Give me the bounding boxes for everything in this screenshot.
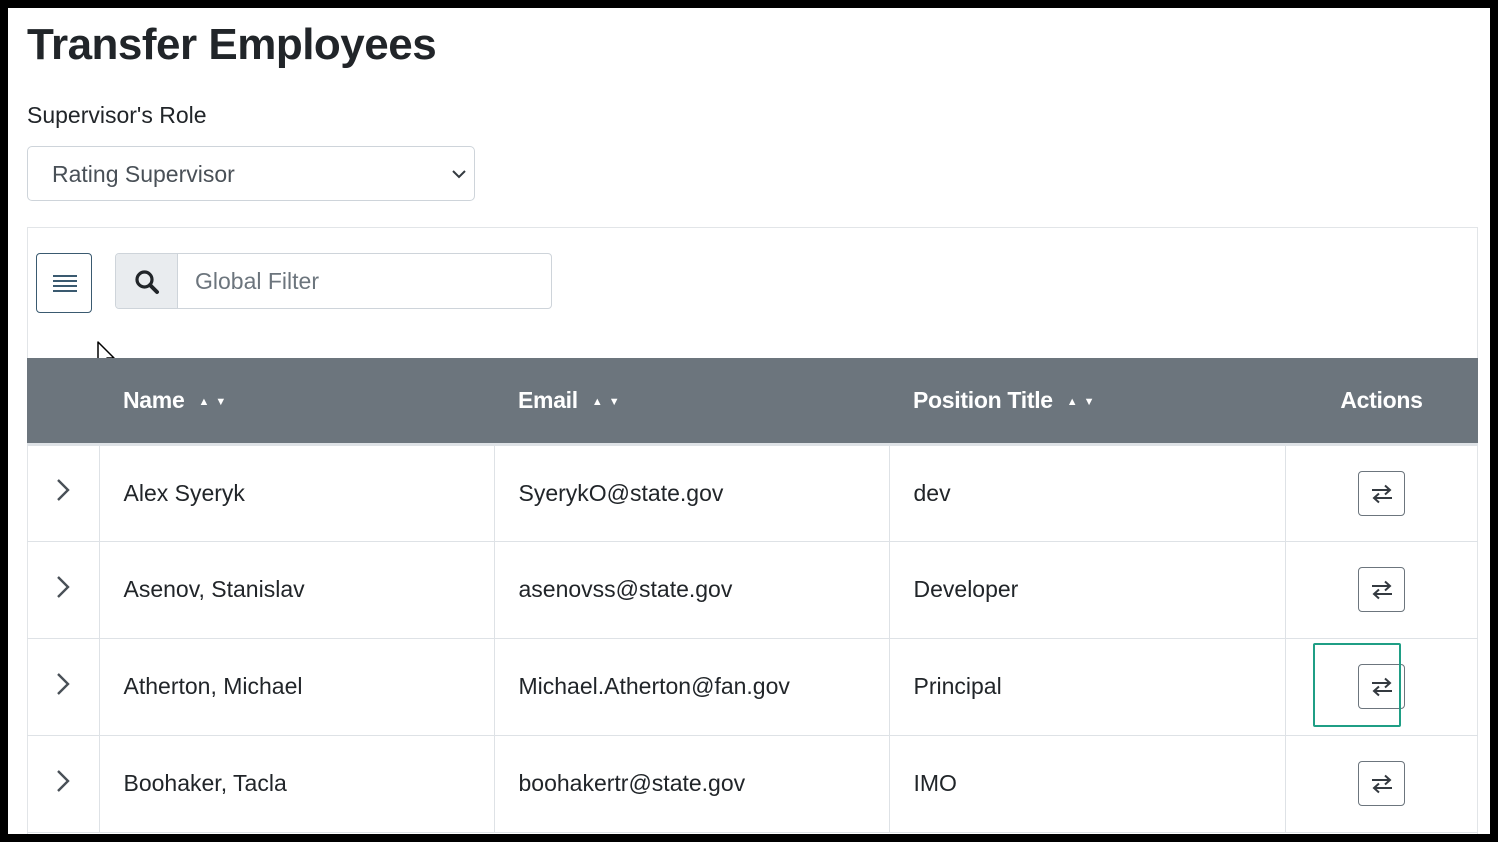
column-header-email[interactable]: Email ▲▼ [494, 358, 889, 446]
page-title: Transfer Employees [27, 20, 437, 69]
transfer-button[interactable] [1358, 761, 1406, 806]
cell-email: boohakertr@state.gov [494, 735, 890, 833]
table-row: Boohaker, Tacla boohakertr@state.gov IMO [27, 735, 1478, 833]
supervisor-role-select[interactable]: Rating Supervisor [27, 146, 475, 201]
sort-icon[interactable]: ▲▼ [592, 396, 626, 408]
sort-icon[interactable]: ▲▼ [198, 396, 232, 408]
cell-email: Michael.Atherton@fan.gov [494, 638, 890, 736]
expand-cell[interactable] [27, 735, 100, 833]
expand-cell[interactable] [27, 638, 100, 736]
table-row: Asenov, Stanislav asenovss@state.gov Dev… [27, 541, 1478, 639]
transfer-button[interactable] [1358, 470, 1406, 516]
chevron-right-icon[interactable] [56, 672, 70, 696]
cell-email: SyerykO@state.gov [494, 444, 890, 542]
chevron-down-icon [452, 170, 466, 179]
cell-actions [1285, 444, 1478, 542]
employees-panel: Name ▲▼ Email ▲▼ Position Title ▲▼ Actions [27, 227, 1478, 834]
chevron-right-icon[interactable] [56, 478, 70, 502]
cell-actions [1285, 541, 1478, 639]
chevron-right-icon[interactable] [56, 575, 70, 599]
sort-icon[interactable]: ▲▼ [1067, 396, 1101, 408]
expand-cell[interactable] [27, 541, 100, 639]
cell-position: dev [889, 444, 1286, 542]
search-addon [116, 254, 178, 308]
global-filter-input[interactable] [178, 254, 548, 308]
chevron-right-icon[interactable] [56, 769, 70, 793]
search-icon [135, 270, 159, 294]
cell-name: Asenov, Stanislav [99, 541, 495, 639]
employees-table: Name ▲▼ Email ▲▼ Position Title ▲▼ Actions [27, 358, 1478, 833]
column-header-label: Actions [1340, 386, 1423, 413]
expand-cell[interactable] [27, 444, 100, 542]
column-header-label: Position Title [913, 386, 1053, 413]
table-header-row: Name ▲▼ Email ▲▼ Position Title ▲▼ Actions [27, 358, 1478, 446]
column-header-actions: Actions [1285, 358, 1478, 446]
column-header-label: Email [518, 386, 578, 413]
header-expand-cell [27, 358, 99, 446]
supervisor-role-label: Supervisor's Role [27, 102, 207, 128]
supervisor-role-value: Rating Supervisor [52, 161, 235, 187]
column-header-position-title[interactable]: Position Title ▲▼ [889, 358, 1285, 446]
cell-name: Alex Syeryk [99, 444, 495, 542]
transfer-button-highlight [1313, 643, 1401, 727]
table-row: Alex Syeryk SyerykO@state.gov dev [27, 444, 1478, 542]
transfer-arrows-icon [1372, 484, 1393, 503]
cell-position: Principal [889, 638, 1286, 736]
transfer-arrows-icon [1372, 580, 1393, 600]
app-frame: Transfer Employees Supervisor's Role Rat… [8, 8, 1490, 834]
hamburger-icon [53, 275, 77, 292]
transfer-button[interactable] [1358, 567, 1406, 612]
cell-name: Atherton, Michael [99, 638, 495, 736]
column-menu-button[interactable] [36, 253, 92, 313]
global-filter [115, 253, 552, 309]
table-row: Atherton, Michael Michael.Atherton@fan.g… [27, 638, 1478, 736]
cell-email: asenovss@state.gov [494, 541, 890, 639]
transfer-arrows-icon [1372, 774, 1393, 794]
column-header-label: Name [123, 386, 185, 413]
cell-position: Developer [889, 541, 1286, 639]
column-header-name[interactable]: Name ▲▼ [99, 358, 494, 446]
cell-actions [1285, 735, 1478, 833]
cell-position: IMO [889, 735, 1286, 833]
cell-name: Boohaker, Tacla [99, 735, 495, 833]
